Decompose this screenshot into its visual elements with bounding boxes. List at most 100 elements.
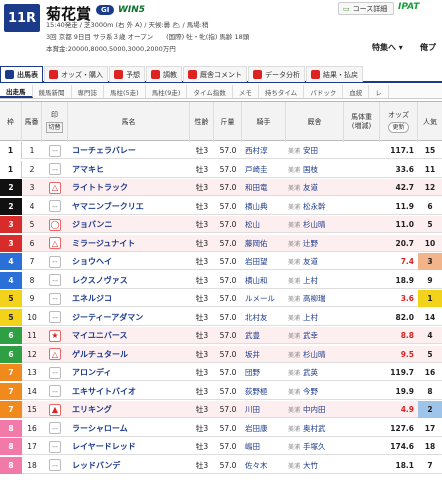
jockey-link[interactable]: 団野 bbox=[242, 364, 286, 381]
prediction-mark[interactable]: ★ bbox=[49, 329, 61, 342]
prediction-mark[interactable]: △ bbox=[49, 181, 61, 194]
prediction-mark[interactable]: -- bbox=[49, 292, 61, 305]
subtab-0[interactable]: 出走馬 bbox=[0, 85, 33, 98]
mark-cell[interactable]: -- bbox=[42, 364, 68, 381]
prediction-mark[interactable]: -- bbox=[49, 422, 61, 434]
table-row[interactable]: 1 2 -- アマキヒ 牡3 57.0 戸崎圭 美浦 国枝 33.6 11 bbox=[0, 160, 442, 178]
prediction-mark[interactable]: -- bbox=[49, 311, 61, 323]
jockey-link[interactable]: 横山典 bbox=[242, 198, 286, 215]
tab-odds[interactable]: オッズ・購入 bbox=[44, 66, 108, 82]
trainer-cell[interactable]: 美浦 上村 bbox=[286, 272, 344, 289]
trainer-link[interactable]: 友道 bbox=[303, 182, 318, 193]
tab-comment[interactable]: 厩舎コメント bbox=[183, 66, 247, 82]
prediction-mark[interactable]: -- bbox=[49, 459, 61, 471]
jockey-link[interactable]: 荻野極 bbox=[242, 383, 286, 400]
subtab-3[interactable]: 馬柱(5走) bbox=[104, 85, 146, 98]
horse-name-link[interactable]: ジーティーアダマン bbox=[68, 309, 190, 326]
trainer-cell[interactable]: 美浦 手塚久 bbox=[286, 438, 344, 455]
horse-name-link[interactable]: アマキヒ bbox=[68, 161, 190, 178]
horse-name-link[interactable]: ライトトラック bbox=[68, 179, 190, 196]
trainer-link[interactable]: 武英 bbox=[303, 367, 318, 378]
horse-name-link[interactable]: ヤマニンブークリエ bbox=[68, 198, 190, 215]
odds-refresh-button[interactable]: 更新 bbox=[388, 122, 409, 133]
trainer-cell[interactable]: 美浦 武英 bbox=[286, 364, 344, 381]
table-row[interactable]: 6 11 ★ マイユニバース 牡3 57.0 武豊 美浦 武幸 8.8 4 bbox=[0, 327, 442, 344]
trainer-link[interactable]: 武幸 bbox=[303, 330, 318, 341]
table-row[interactable]: 8 17 -- レイヤードレッド 牡3 57.0 嶋田 美浦 手塚久 174.6 18 bbox=[0, 438, 442, 455]
trainer-link[interactable]: 上村 bbox=[303, 312, 318, 323]
subtab-6[interactable]: メモ bbox=[233, 85, 259, 98]
subtab-4[interactable]: 馬柱(9走) bbox=[146, 85, 188, 98]
jockey-link[interactable]: 武豊 bbox=[242, 327, 286, 344]
trainer-link[interactable]: 松永幹 bbox=[303, 201, 326, 212]
subtab-10[interactable]: レ bbox=[369, 85, 389, 98]
ipat-logo[interactable]: IPAT bbox=[398, 2, 419, 12]
jockey-link[interactable]: 岩田望 bbox=[242, 253, 286, 270]
feature-link[interactable]: 特集へ ▾ bbox=[372, 42, 403, 53]
trainer-link[interactable]: 高柳瑞 bbox=[303, 293, 326, 304]
jockey-link[interactable]: 佐々木 bbox=[242, 457, 286, 474]
trainer-cell[interactable]: 美浦 大竹 bbox=[286, 457, 344, 474]
trainer-link[interactable]: 手塚久 bbox=[303, 441, 326, 452]
mark-cell[interactable]: -- bbox=[42, 290, 68, 307]
horse-name-link[interactable]: ラーシャローム bbox=[68, 420, 190, 437]
subtab-1[interactable]: 競馬新聞 bbox=[33, 85, 72, 98]
prediction-mark[interactable]: -- bbox=[49, 255, 61, 268]
horse-name-link[interactable]: エキサイトバイオ bbox=[68, 383, 190, 400]
table-row[interactable]: 1 1 -- コーチェラバレー 牡3 57.0 西村淳 美浦 安田 117.1 15 bbox=[0, 142, 442, 159]
prediction-mark[interactable]: ◯ bbox=[49, 218, 61, 231]
mark-cell[interactable]: △ bbox=[42, 179, 68, 196]
jockey-link[interactable]: 戸崎圭 bbox=[242, 161, 286, 178]
jockey-link[interactable]: 藤岡佑 bbox=[242, 235, 286, 252]
table-row[interactable]: 4 7 -- ショウヘイ 牡3 57.0 岩田望 美浦 友道 7.4 3 bbox=[0, 253, 442, 270]
trainer-link[interactable]: 杉山晴 bbox=[303, 349, 326, 360]
prediction-mark[interactable]: △ bbox=[49, 348, 61, 360]
mark-cell[interactable]: ◯ bbox=[42, 216, 68, 233]
table-row[interactable]: 8 16 -- ラーシャローム 牡3 57.0 岩田康 美浦 奥村武 127.6 17 bbox=[0, 419, 442, 437]
mark-cell[interactable]: -- bbox=[42, 161, 68, 178]
trainer-link[interactable]: 国枝 bbox=[303, 164, 318, 175]
jockey-link[interactable]: 北村友 bbox=[242, 309, 286, 326]
subtab-5[interactable]: タイム指数 bbox=[187, 85, 233, 98]
jockey-link[interactable]: 松山 bbox=[242, 216, 286, 233]
trainer-cell[interactable]: 美浦 中内田 bbox=[286, 401, 344, 418]
trainer-cell[interactable]: 美浦 友道 bbox=[286, 253, 344, 270]
horse-name-link[interactable]: コーチェラバレー bbox=[68, 142, 190, 159]
trainer-cell[interactable]: 美浦 松永幹 bbox=[286, 198, 344, 215]
trainer-cell[interactable]: 美浦 奥村武 bbox=[286, 420, 344, 437]
mark-cell[interactable]: -- bbox=[42, 457, 68, 474]
horse-name-link[interactable]: エリキング bbox=[68, 401, 190, 418]
mark-cell[interactable]: -- bbox=[42, 198, 68, 215]
table-row[interactable]: 7 14 -- エキサイトバイオ 牡3 57.0 荻野極 美浦 今野 19.9 8 bbox=[0, 382, 442, 400]
prediction-mark[interactable]: -- bbox=[49, 144, 61, 157]
mark-cell[interactable]: △ bbox=[42, 346, 68, 363]
jockey-link[interactable]: 西村淳 bbox=[242, 142, 286, 159]
prediction-mark[interactable]: -- bbox=[49, 366, 61, 379]
mark-cell[interactable]: -- bbox=[42, 438, 68, 455]
prediction-mark[interactable]: -- bbox=[49, 163, 61, 175]
horse-name-link[interactable]: レッドバンデ bbox=[68, 457, 190, 474]
mark-cell[interactable]: -- bbox=[42, 272, 68, 289]
mark-cell[interactable]: △ bbox=[42, 235, 68, 252]
my-pro-link[interactable]: 俺プ bbox=[420, 42, 436, 53]
trainer-cell[interactable]: 美浦 国枝 bbox=[286, 161, 344, 178]
mark-cell[interactable]: ★ bbox=[42, 327, 68, 344]
trainer-cell[interactable]: 美浦 高柳瑞 bbox=[286, 290, 344, 307]
subtab-8[interactable]: パドック bbox=[304, 85, 344, 98]
tab-training[interactable]: 調教 bbox=[146, 66, 182, 82]
mark-cell[interactable]: ▲ bbox=[42, 401, 68, 418]
horse-name-link[interactable]: レイヤードレッド bbox=[68, 438, 190, 455]
trainer-cell[interactable]: 美浦 安田 bbox=[286, 142, 344, 159]
trainer-cell[interactable]: 美浦 杉山晴 bbox=[286, 346, 344, 363]
trainer-link[interactable]: 中内田 bbox=[303, 404, 326, 415]
trainer-link[interactable]: 今野 bbox=[303, 386, 318, 397]
horse-name-link[interactable]: エネルジコ bbox=[68, 290, 190, 307]
horse-name-link[interactable]: ミラージュナイト bbox=[68, 235, 190, 252]
table-row[interactable]: 4 8 -- レクスノヴァス 牡3 57.0 横山和 美浦 上村 18.9 9 bbox=[0, 271, 442, 289]
trainer-cell[interactable]: 美浦 辻野 bbox=[286, 235, 344, 252]
horse-name-link[interactable]: ショウヘイ bbox=[68, 253, 190, 270]
table-row[interactable]: 5 10 -- ジーティーアダマン 牡3 57.0 北村友 美浦 上村 82.0 14 bbox=[0, 308, 442, 326]
trainer-cell[interactable]: 美浦 今野 bbox=[286, 383, 344, 400]
tab-table[interactable]: 出馬表 bbox=[0, 66, 43, 82]
trainer-cell[interactable]: 美浦 武幸 bbox=[286, 327, 344, 344]
